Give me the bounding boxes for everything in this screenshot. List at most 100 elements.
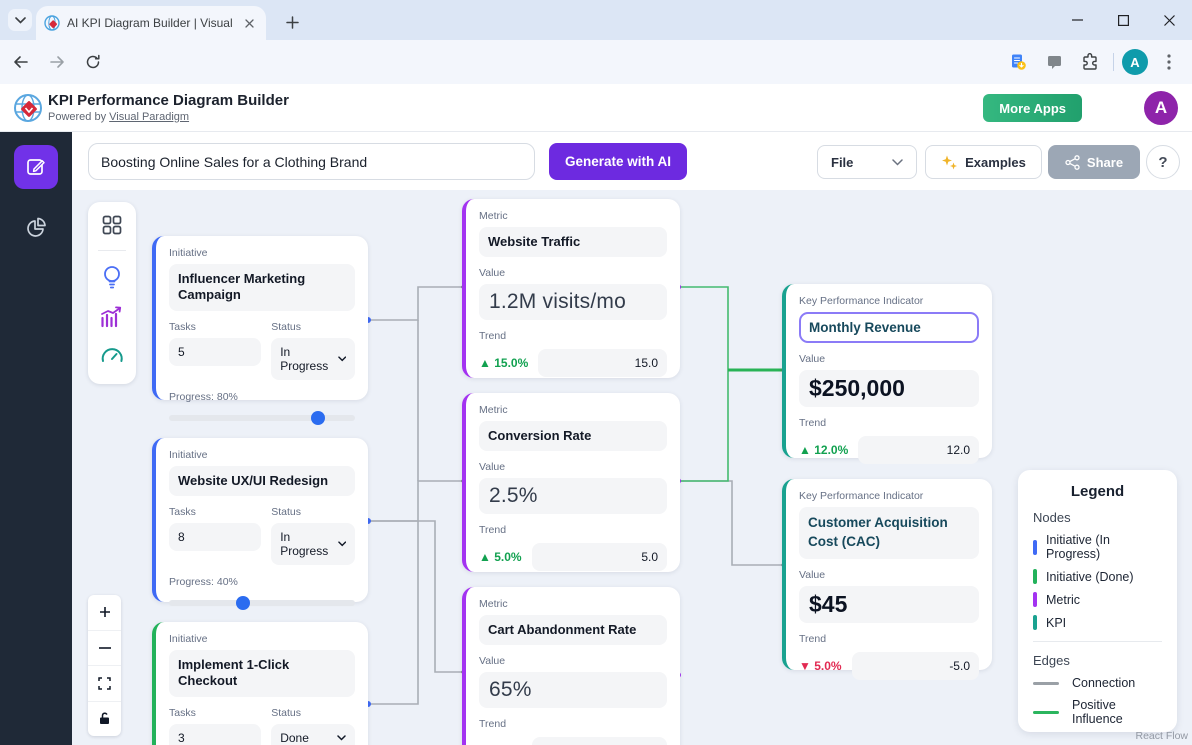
metric-value-input[interactable]: 1.2M visits/mo [479, 284, 667, 320]
status-select[interactable]: In Progress [271, 338, 355, 380]
browser-menu-icon[interactable] [1154, 47, 1184, 77]
metric-title-input[interactable]: Conversion Rate [479, 421, 667, 451]
status-select[interactable]: In Progress [271, 523, 355, 565]
chevron-down-icon [337, 735, 346, 741]
tasks-input[interactable]: 5 [169, 338, 261, 366]
slider-thumb[interactable] [311, 411, 325, 425]
kpi-node-monthly-revenue[interactable]: Key Performance Indicator Monthly Revenu… [782, 284, 992, 458]
chevron-down-icon [338, 356, 346, 362]
initiative-node-influencer[interactable]: Initiative Influencer Marketing Campaign… [152, 236, 368, 400]
generate-with-ai-button[interactable]: Generate with AI [549, 143, 687, 180]
diagram-canvas[interactable]: Initiative Influencer Marketing Campaign… [72, 190, 1192, 745]
slider-thumb[interactable] [236, 596, 250, 610]
legend-color-bar [1033, 615, 1037, 630]
examples-button[interactable]: Examples [925, 145, 1042, 179]
metric-node-cart-abandonment[interactable]: Metric Cart Abandonment Rate Value 65% T… [462, 587, 680, 745]
browser-profile-avatar[interactable]: A [1122, 49, 1148, 75]
visual-paradigm-link[interactable]: Visual Paradigm [109, 111, 189, 123]
node-palette [88, 202, 136, 384]
progress-label: Progress: 40% [169, 576, 355, 588]
legend-item: Metric [1033, 592, 1162, 607]
edit-pencil-icon [25, 156, 47, 178]
trend-badge: ▲ 15.0% [479, 356, 528, 370]
forward-icon[interactable] [42, 47, 72, 77]
docs-offline-icon[interactable] [1003, 47, 1033, 77]
legend-color-bar [1033, 592, 1037, 607]
left-rail [0, 132, 72, 745]
react-flow-attribution[interactable]: React Flow [1135, 730, 1188, 742]
progress-label: Progress: 80% [169, 391, 355, 403]
chevron-down-icon [338, 541, 346, 547]
metric-title-input[interactable]: Website Traffic [479, 227, 667, 257]
window-close-button[interactable] [1146, 0, 1192, 40]
browser-tab[interactable]: AI KPI Diagram Builder | Visualiz [36, 6, 266, 40]
kpi-title-input-focused[interactable]: Monthly Revenue [799, 312, 979, 343]
initiative-node-redesign[interactable]: Initiative Website UX/UI Redesign Tasks … [152, 438, 368, 602]
status-select[interactable]: Done [271, 724, 355, 745]
fit-view-button[interactable] [88, 666, 121, 702]
tab-search-chevron-icon[interactable] [8, 9, 32, 31]
tasks-input[interactable]: 8 [169, 523, 261, 551]
edge-positive-influence [678, 370, 728, 481]
palette-initiative-icon[interactable] [100, 265, 124, 291]
prompt-input[interactable] [88, 143, 535, 180]
initiative-title-input[interactable]: Website UX/UI Redesign [169, 466, 355, 496]
metric-node-conversion-rate[interactable]: Metric Conversion Rate Value 2.5% Trend … [462, 393, 680, 572]
palette-grid-icon[interactable] [101, 214, 123, 236]
legend-item: Initiative (In Progress) [1033, 533, 1162, 561]
legend-divider [1033, 641, 1162, 642]
new-tab-button[interactable] [280, 10, 304, 34]
sidepanel-comment-icon[interactable] [1039, 47, 1069, 77]
reload-icon[interactable] [78, 47, 108, 77]
trend-value-input[interactable]: -5.0 [852, 652, 979, 680]
more-apps-button[interactable]: More Apps [983, 94, 1082, 122]
edge-connection [368, 287, 464, 320]
editor-mode-button[interactable] [14, 145, 58, 189]
app-user-avatar[interactable]: A [1144, 91, 1178, 125]
palette-metric-icon[interactable] [99, 305, 125, 329]
progress-slider[interactable] [169, 415, 355, 421]
window-maximize-button[interactable] [1100, 0, 1146, 40]
metric-value-input[interactable]: 2.5% [479, 478, 667, 514]
kpi-node-cac[interactable]: Key Performance Indicator Customer Acqui… [782, 479, 992, 670]
zoom-out-button[interactable] [88, 631, 121, 667]
progress-slider[interactable] [169, 600, 355, 606]
kpi-value-input[interactable]: $250,000 [799, 370, 979, 407]
powered-by: Powered by Visual Paradigm [48, 111, 189, 123]
trend-value-input[interactable]: 5.0 [532, 543, 667, 571]
back-icon[interactable] [6, 47, 36, 77]
file-menu-button[interactable]: File [817, 145, 917, 179]
kpi-value-input[interactable]: $45 [799, 586, 979, 623]
legend-edge-sample [1033, 682, 1059, 685]
metric-title-input[interactable]: Cart Abandonment Rate [479, 615, 667, 645]
palette-kpi-icon[interactable] [99, 343, 125, 367]
initiative-title-input[interactable]: Influencer Marketing Campaign [169, 264, 355, 311]
app-toolbar: Generate with AI File Examples Share ? [72, 132, 1192, 190]
pie-chart-icon [24, 216, 48, 240]
window-minimize-button[interactable] [1054, 0, 1100, 40]
metric-node-website-traffic[interactable]: Metric Website Traffic Value 1.2M visits… [462, 199, 680, 378]
lock-button[interactable] [88, 702, 121, 737]
dashboard-mode-button[interactable] [22, 214, 50, 242]
trend-value-input[interactable]: 12.0 [858, 436, 979, 464]
initiative-node-checkout[interactable]: Initiative Implement 1-Click Checkout Ta… [152, 622, 368, 745]
extensions-icon[interactable] [1075, 47, 1105, 77]
browser-tab-strip: AI KPI Diagram Builder | Visualiz [0, 0, 1192, 40]
app-header: KPI Performance Diagram Builder Powered … [0, 84, 1192, 132]
legend-edge-sample [1033, 711, 1059, 714]
tab-close-icon[interactable] [240, 14, 258, 32]
help-button[interactable]: ? [1146, 145, 1180, 179]
sparkles-icon [941, 154, 958, 171]
tab-title: AI KPI Diagram Builder | Visualiz [67, 16, 232, 30]
trend-value-input[interactable]: 15.0 [538, 349, 667, 377]
zoom-in-button[interactable] [88, 595, 121, 631]
canvas-controls [88, 595, 121, 736]
initiative-title-input[interactable]: Implement 1-Click Checkout [169, 650, 355, 697]
share-button[interactable]: Share [1048, 145, 1140, 179]
kpi-title-input[interactable]: Customer Acquisition Cost (CAC) [799, 507, 979, 559]
trend-value-input[interactable]: -8.0 [532, 737, 667, 745]
metric-value-input[interactable]: 65% [479, 672, 667, 708]
trend-badge: ▲ 5.0% [479, 550, 522, 564]
tasks-input[interactable]: 3 [169, 724, 261, 745]
legend-item: Positive Influence [1033, 698, 1162, 726]
